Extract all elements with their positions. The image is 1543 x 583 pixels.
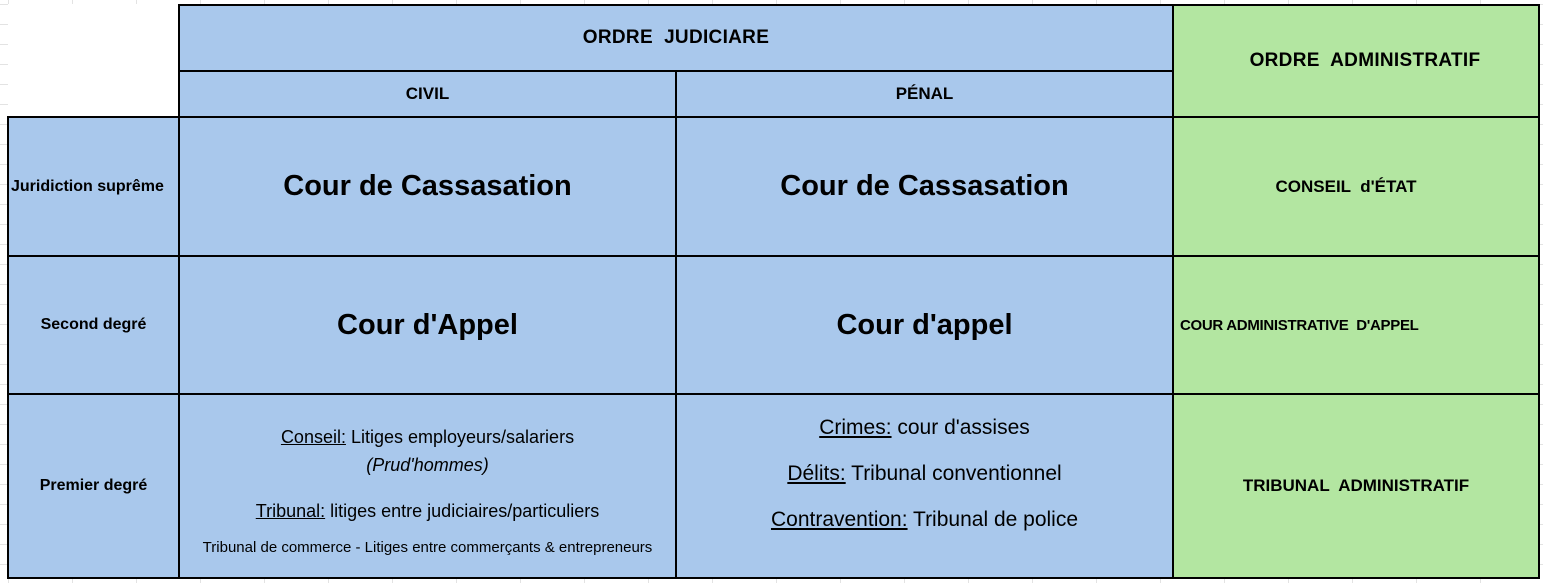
delits-line: Délits: Tribunal conventionnel xyxy=(787,451,1061,497)
header-ordre-administratif-text: ORDRE ADMINISTRATIF xyxy=(1249,50,1481,71)
premier-civil-cell[interactable]: Conseil: Litiges employeurs/salariers (P… xyxy=(178,393,677,579)
delits-text: Tribunal conventionnel xyxy=(845,462,1062,485)
conseil-text: Litiges employeurs/salariers xyxy=(345,426,575,447)
tribunal-line: Tribunal: litiges entre judiciaires/part… xyxy=(256,497,600,525)
second-civil-text: Cour d'Appel xyxy=(337,308,518,341)
header-civil[interactable]: CIVIL xyxy=(178,70,677,118)
header-ordre-administratif[interactable]: ORDRE ADMINISTRATIF xyxy=(1172,4,1540,118)
empty-corner-cell[interactable] xyxy=(8,4,180,118)
premier-penal-cell[interactable]: Crimes: cour d'assises Délits: Tribunal … xyxy=(675,393,1174,579)
delits-term: Délits: xyxy=(787,462,846,485)
row-label-supreme[interactable]: Juridiction suprême xyxy=(7,116,180,257)
supreme-admin-text: CONSEIL d'ÉTAT xyxy=(1275,176,1417,196)
conseil-line: Conseil: Litiges employeurs/salariers xyxy=(281,423,574,451)
crimes-text: cour d'assises xyxy=(891,416,1030,439)
crimes-line: Crimes: cour d'assises xyxy=(819,405,1030,451)
premier-admin-text: TRIBUNAL ADMINISTRATIF xyxy=(1242,476,1470,495)
supreme-civil-text: Cour de Cassasation xyxy=(283,170,572,202)
row-label-supreme-text: Juridiction suprême xyxy=(11,177,164,195)
contravention-text: Tribunal de police xyxy=(907,508,1079,531)
row-label-second[interactable]: Second degré xyxy=(7,255,180,395)
row-label-premier[interactable]: Premier degré xyxy=(7,393,180,579)
prudhommes-text: (Prud'hommes) xyxy=(366,454,489,475)
header-penal-text: PÉNAL xyxy=(895,84,954,103)
row-label-second-text: Second degré xyxy=(40,316,147,333)
premier-admin-cell[interactable]: TRIBUNAL ADMINISTRATIF xyxy=(1172,393,1540,579)
supreme-admin-cell[interactable]: CONSEIL d'ÉTAT xyxy=(1172,116,1540,257)
contravention-term: Contravention: xyxy=(770,508,908,531)
crimes-term: Crimes: xyxy=(819,416,892,439)
second-civil-cell[interactable]: Cour d'Appel xyxy=(178,255,677,395)
header-civil-text: CIVIL xyxy=(405,84,450,103)
commerce-text: Tribunal de commerce - Litiges entre com… xyxy=(202,538,653,556)
tribunal-text: litiges entre judiciaires/particuliers xyxy=(325,500,600,521)
second-penal-text: Cour d'appel xyxy=(836,308,1013,341)
supreme-penal-cell[interactable]: Cour de Cassasation xyxy=(675,116,1174,257)
contravention-line: Contravention: Tribunal de police xyxy=(771,497,1078,543)
second-admin-text: COUR ADMINISTRATIVE D'APPEL xyxy=(1180,316,1419,334)
tribunal-term: Tribunal: xyxy=(255,500,326,521)
commerce-line: Tribunal de commerce - Litiges entre com… xyxy=(203,539,653,556)
second-admin-cell[interactable]: COUR ADMINISTRATIVE D'APPEL xyxy=(1172,255,1540,395)
supreme-penal-text: Cour de Cassasation xyxy=(780,170,1069,202)
second-penal-cell[interactable]: Cour d'appel xyxy=(675,255,1174,395)
supreme-civil-cell[interactable]: Cour de Cassasation xyxy=(178,116,677,257)
prudhommes-line: (Prud'hommes) xyxy=(366,451,488,479)
header-penal[interactable]: PÉNAL xyxy=(675,70,1174,118)
header-ordre-judiciaire-text: ORDRE JUDICIARE xyxy=(582,27,770,48)
header-ordre-judiciaire[interactable]: ORDRE JUDICIARE xyxy=(178,4,1174,72)
conseil-term: Conseil: xyxy=(280,426,346,447)
row-label-premier-text: Premier degré xyxy=(39,477,148,494)
